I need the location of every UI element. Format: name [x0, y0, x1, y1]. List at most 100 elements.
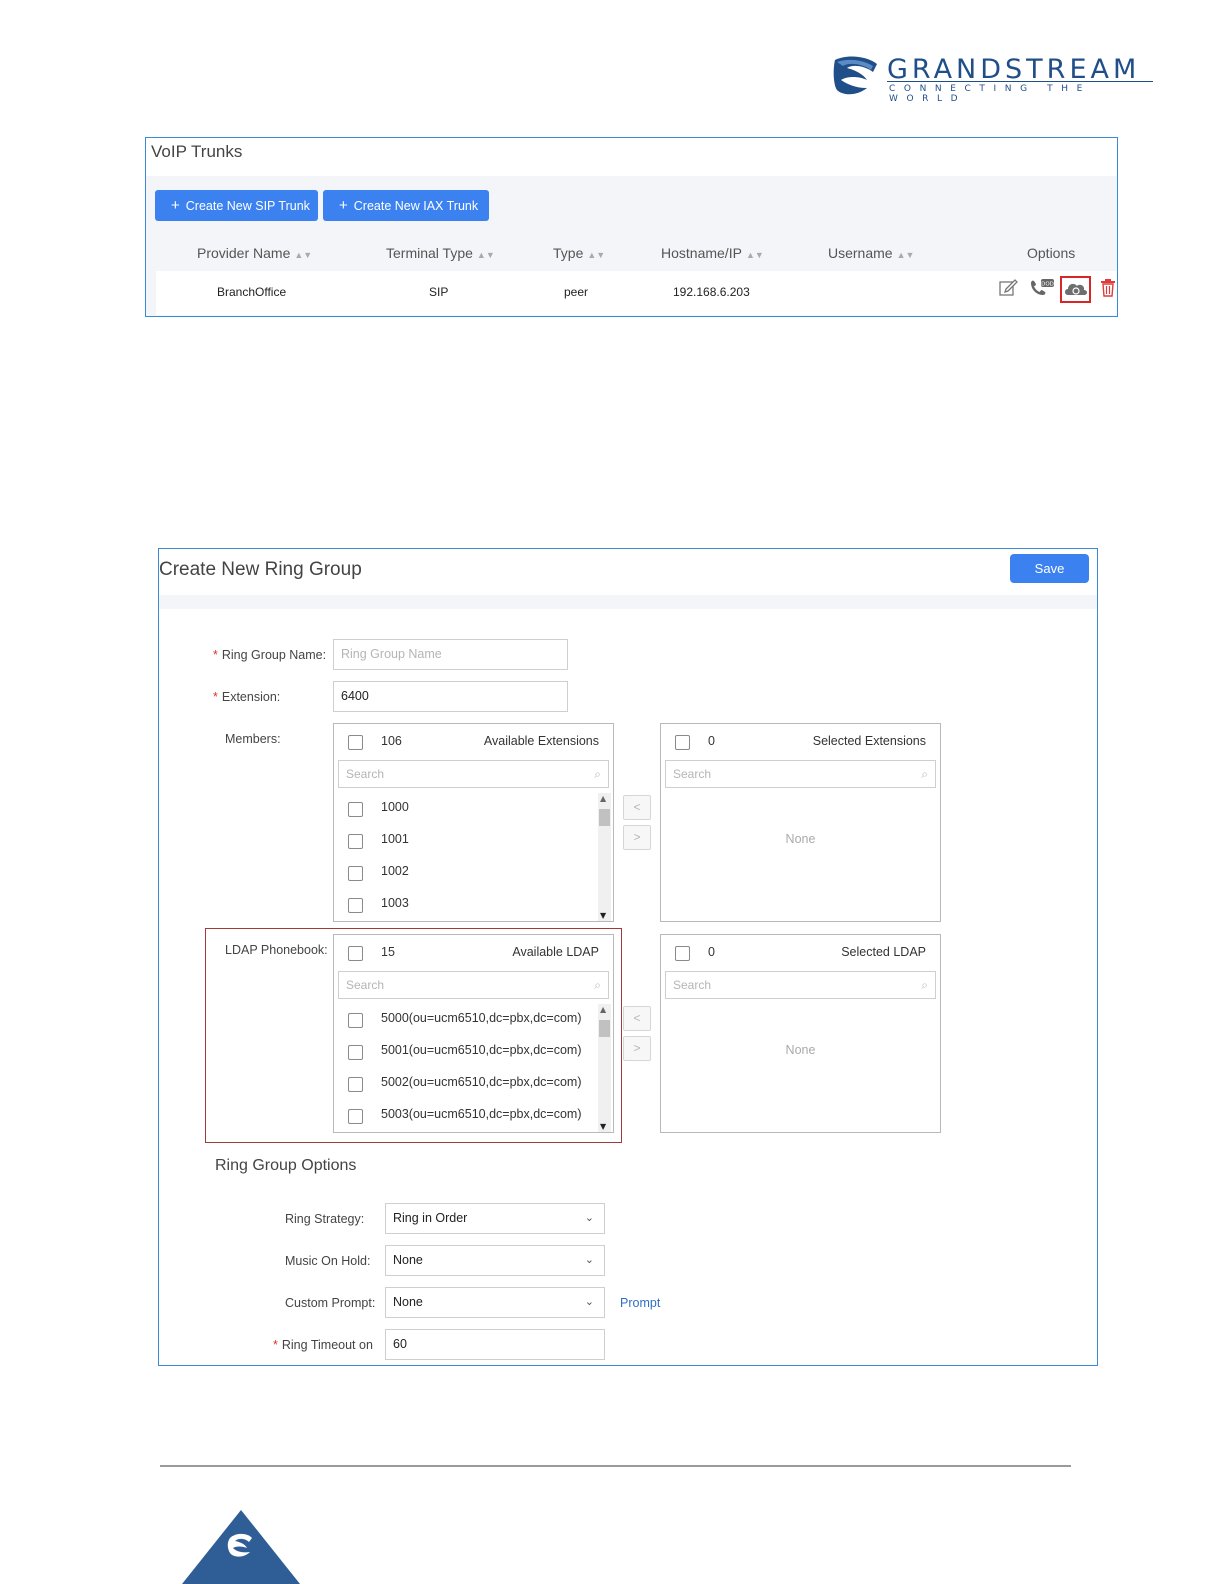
selected-count: 0 [708, 945, 715, 959]
scroll-down-icon[interactable]: ▼ [600, 911, 606, 920]
extension-label: * Extension: [213, 690, 281, 704]
column-terminal-type[interactable]: Terminal Type ▲▼ [386, 245, 495, 261]
list-title: Selected LDAP [841, 945, 926, 959]
move-left-button[interactable]: < [623, 795, 651, 820]
empty-state: None [785, 832, 816, 846]
available-count: 15 [381, 945, 395, 959]
ring-strategy-select[interactable]: Ring in Order ⌄ [385, 1203, 605, 1234]
save-button[interactable]: Save [1010, 554, 1089, 583]
ring-timeout-label: * Ring Timeout on [273, 1338, 373, 1352]
sort-icon[interactable]: ▲▼ [897, 250, 915, 260]
scrollbar[interactable]: ▲ ▼ [598, 1004, 611, 1132]
item-checkbox[interactable] [348, 1045, 363, 1060]
list-title: Available Extensions [483, 734, 599, 748]
scrollbar[interactable]: ▲ ▼ [598, 793, 611, 921]
ring-timeout-input[interactable]: 60 [385, 1329, 605, 1360]
search-icon: ⌕ [921, 978, 928, 992]
ring-group-name-label: * Ring Group Name: [213, 648, 327, 662]
create-sip-trunk-button[interactable]: + Create New SIP Trunk [155, 190, 318, 221]
edit-icon[interactable] [998, 278, 1018, 298]
plus-icon: + [171, 197, 180, 214]
search-input[interactable]: Search ⌕ [665, 971, 936, 999]
item-checkbox[interactable] [348, 866, 363, 881]
cell-type: peer [564, 285, 589, 299]
empty-state: None [785, 1043, 816, 1057]
sort-icon[interactable]: ▲▼ [746, 250, 764, 260]
footer-logo-icon [182, 1510, 300, 1584]
column-type[interactable]: Type ▲▼ [553, 245, 605, 261]
sort-icon[interactable]: ▲▼ [587, 250, 605, 260]
item-checkbox[interactable] [348, 1109, 363, 1124]
select-all-checkbox[interactable] [675, 946, 690, 961]
item-checkbox[interactable] [348, 834, 363, 849]
scroll-down-icon[interactable]: ▼ [600, 1122, 606, 1131]
table-row [156, 271, 1117, 315]
page-title: Create New Ring Group [159, 559, 362, 580]
ring-group-name-input[interactable]: Ring Group Name [333, 639, 568, 670]
move-left-button[interactable]: < [623, 1006, 651, 1031]
sort-icon[interactable]: ▲▼ [294, 250, 312, 260]
ring-strategy-label: Ring Strategy: [285, 1212, 365, 1226]
page-title: VoIP Trunks [151, 142, 243, 161]
did-phone-icon[interactable]: DOD [1028, 278, 1056, 298]
scroll-up-icon[interactable]: ▲ [600, 794, 606, 803]
item-checkbox[interactable] [348, 1013, 363, 1028]
logo-underline [887, 81, 1153, 82]
scroll-up-icon[interactable]: ▲ [600, 1005, 606, 1014]
music-on-hold-select[interactable]: None ⌄ [385, 1245, 605, 1276]
search-input[interactable]: Search ⌕ [338, 971, 609, 999]
move-right-button[interactable]: > [623, 1036, 651, 1061]
list-title: Available LDAP [512, 945, 599, 959]
column-provider-name[interactable]: Provider Name ▲▼ [197, 245, 312, 261]
move-right-button[interactable]: > [623, 825, 651, 850]
scroll-thumb[interactable] [599, 1020, 610, 1037]
scroll-thumb[interactable] [599, 809, 610, 826]
grandstream-logo-icon [833, 56, 877, 95]
cell-terminal-type: SIP [429, 285, 449, 299]
ldap-phonebook-label: LDAP Phonebook: [225, 943, 328, 957]
column-username[interactable]: Username ▲▼ [828, 245, 914, 261]
footer-divider [160, 1465, 1071, 1467]
custom-prompt-select[interactable]: None ⌄ [385, 1287, 605, 1318]
logo-tagline: CONNECTING THE WORLD [889, 84, 1091, 104]
select-all-checkbox[interactable] [675, 735, 690, 750]
chevron-down-icon: ⌄ [584, 1296, 594, 1308]
search-icon: ⌕ [594, 767, 601, 781]
available-extensions-list: 106 Available Extensions Search ⌕ 1000 10… [333, 723, 614, 922]
selected-ldap-list: 0 Selected LDAP Search ⌕ None [660, 934, 941, 1133]
item-checkbox[interactable] [348, 1077, 363, 1092]
section-heading: Ring Group Options [215, 1157, 357, 1174]
chevron-down-icon: ⌄ [584, 1212, 594, 1224]
list-title: Selected Extensions [812, 734, 926, 748]
sort-icon[interactable]: ▲▼ [477, 250, 495, 260]
search-input[interactable]: Search ⌕ [665, 760, 936, 788]
search-icon: ⌕ [921, 767, 928, 781]
header-separator [159, 595, 1097, 609]
item-checkbox[interactable] [348, 802, 363, 817]
column-hostname[interactable]: Hostname/IP ▲▼ [661, 245, 764, 261]
search-icon: ⌕ [594, 978, 601, 992]
prompt-link[interactable]: Prompt [620, 1296, 660, 1310]
grandstream-logo: GRANDSTREAM CONNECTING THE WORLD [833, 54, 1163, 104]
create-iax-trunk-button[interactable]: + Create New IAX Trunk [323, 190, 489, 221]
select-all-checkbox[interactable] [348, 946, 363, 961]
column-options: Options [1027, 245, 1076, 261]
select-all-checkbox[interactable] [348, 735, 363, 750]
selected-extensions-list: 0 Selected Extensions Search ⌕ None [660, 723, 941, 922]
cloud-sync-icon[interactable] [1062, 278, 1089, 301]
voip-trunks-panel: VoIP Trunks + Create New SIP Trunk + Creat… [145, 137, 1118, 317]
delete-icon[interactable] [1100, 278, 1116, 298]
item-checkbox[interactable] [348, 898, 363, 913]
cloud-sync-button-highlight[interactable] [1060, 276, 1091, 303]
extension-input[interactable]: 6400 [333, 681, 568, 712]
chevron-down-icon: ⌄ [584, 1254, 594, 1266]
cell-hostname: 192.168.6.203 [673, 285, 750, 299]
available-ldap-list: 15 Available LDAP Search ⌕ 5000(ou=ucm651… [333, 934, 614, 1133]
members-label: Members: [225, 732, 281, 746]
available-count: 106 [381, 734, 402, 748]
music-on-hold-label: Music On Hold: [285, 1254, 371, 1268]
plus-icon: + [339, 197, 348, 214]
search-input[interactable]: Search ⌕ [338, 760, 609, 788]
cell-provider: BranchOffice [217, 285, 287, 299]
svg-text:DOD: DOD [1041, 282, 1054, 288]
